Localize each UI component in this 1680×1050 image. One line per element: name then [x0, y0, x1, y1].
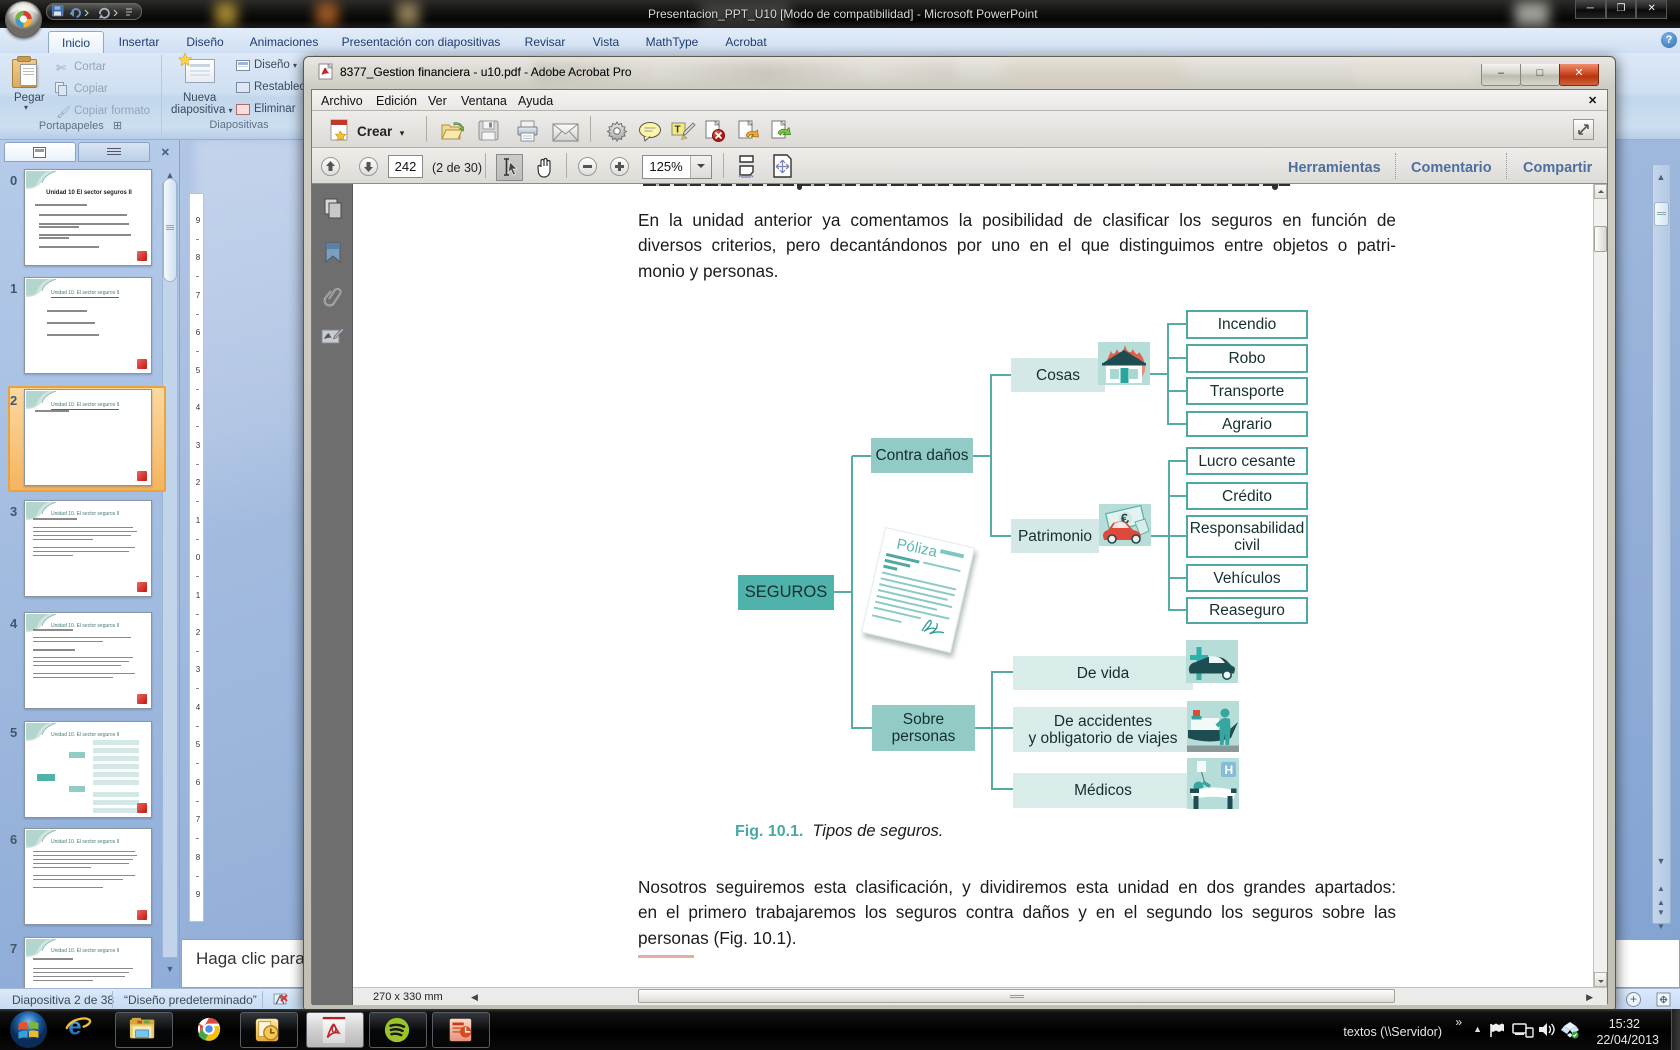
svg-text:T: T [675, 125, 681, 136]
svg-text:e: e [68, 1013, 81, 1040]
svg-text:H: H [1225, 763, 1234, 777]
